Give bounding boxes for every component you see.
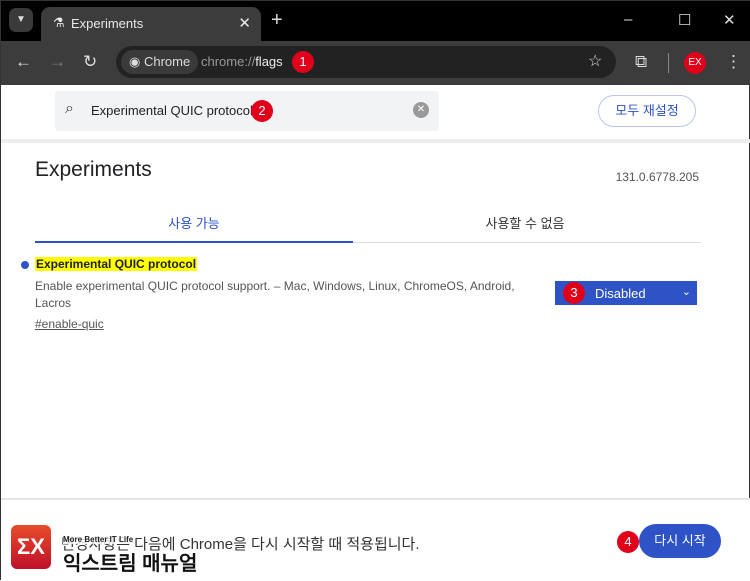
search-value: Experimental QUIC protocol xyxy=(91,103,253,118)
search-input[interactable]: ⌕ Experimental QUIC protocol 2 ✕ xyxy=(55,91,439,131)
flag-title: Experimental QUIC protocol xyxy=(35,257,198,271)
relaunch-button[interactable]: 다시 시작 xyxy=(639,524,721,558)
minimize-button[interactable]: – xyxy=(624,11,632,28)
site-chip[interactable]: ◉ Chrome xyxy=(121,50,199,74)
flag-state-select[interactable]: 3 Disabled ⌄ xyxy=(555,281,697,305)
bookmark-star-icon[interactable]: ☆ xyxy=(588,51,602,71)
watermark-tagline: More Better IT Life xyxy=(63,535,134,544)
address-bar[interactable]: ◉ Chrome chrome://flags 1 ☆ xyxy=(116,46,616,78)
annotation-badge: 4 xyxy=(617,531,639,553)
new-tab-button[interactable]: + xyxy=(271,9,283,32)
page-title: Experiments xyxy=(35,158,152,181)
profile-avatar[interactable]: EX xyxy=(684,52,706,74)
maximize-button[interactable]: ☐ xyxy=(678,11,691,29)
extensions-icon[interactable]: ⧉ xyxy=(635,52,647,72)
menu-icon[interactable]: ⋮ xyxy=(725,52,742,72)
tab-unavailable[interactable]: 사용할 수 없음 xyxy=(365,213,685,232)
forward-button[interactable]: → xyxy=(49,52,66,72)
chrome-icon: ◉ xyxy=(129,54,141,69)
reset-all-button[interactable]: 모두 재설정 xyxy=(598,95,696,127)
divider xyxy=(668,53,669,73)
title-bar: ▼ ⚗ Experiments ✕ + – ☐ ✕ xyxy=(1,1,750,41)
url-path: flags xyxy=(255,54,283,69)
select-value: Disabled xyxy=(595,286,646,301)
modified-indicator xyxy=(21,261,29,269)
chevron-down-icon: ⌄ xyxy=(681,286,691,298)
annotation-badge: 2 xyxy=(251,100,273,122)
back-button[interactable]: ← xyxy=(15,52,32,72)
tab-bar: 사용 가능 사용할 수 없음 xyxy=(35,201,701,243)
annotation-badge: 1 xyxy=(292,51,314,73)
watermark-logo: ΣX xyxy=(11,525,51,569)
url-text: chrome://flags xyxy=(201,54,283,69)
tab-title: Experiments xyxy=(71,16,144,31)
search-icon: ⌕ xyxy=(65,100,74,117)
browser-tab[interactable]: ⚗ Experiments ✕ xyxy=(41,7,261,41)
chip-label: Chrome xyxy=(143,54,191,69)
annotation-badge: 3 xyxy=(563,282,585,304)
watermark-name: 익스트림 매뉴얼 xyxy=(63,553,198,575)
url-prefix: chrome:// xyxy=(201,54,256,69)
close-tab-icon[interactable]: ✕ xyxy=(238,14,251,32)
reload-button[interactable]: ↻ xyxy=(83,52,97,72)
tab-search-button[interactable]: ▼ xyxy=(9,8,33,32)
version-label: 131.0.6778.205 xyxy=(615,170,699,184)
toolbar: ← → ↻ ◉ Chrome chrome://flags 1 ☆ ⧉ EX ⋮ xyxy=(1,41,750,85)
flag-link[interactable]: #enable-quic xyxy=(35,317,104,331)
tab-available[interactable]: 사용 가능 xyxy=(35,213,353,243)
close-window-button[interactable]: ✕ xyxy=(723,11,736,29)
flag-description: Enable experimental QUIC protocol suppor… xyxy=(35,279,515,310)
divider xyxy=(1,139,750,143)
clear-search-icon[interactable]: ✕ xyxy=(413,102,429,118)
flask-icon: ⚗ xyxy=(53,15,65,30)
